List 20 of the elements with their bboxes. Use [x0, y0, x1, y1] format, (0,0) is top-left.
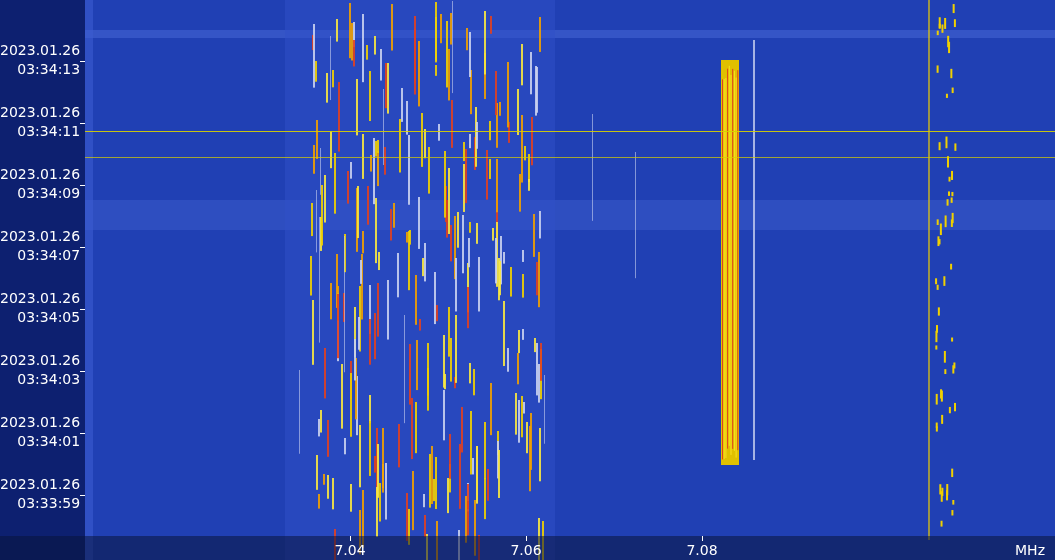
- frequency-label: 7.04: [334, 541, 366, 560]
- frequency-label: 7.06: [510, 541, 542, 560]
- date-label: 2023.01.26: [0, 41, 81, 60]
- date-label: 2023.01.26: [0, 227, 81, 246]
- time-label: 03:33:59: [16, 494, 81, 513]
- date-label: 2023.01.26: [0, 165, 81, 184]
- unit-label: MHz: [1015, 541, 1045, 560]
- date-label: 2023.01.26: [0, 351, 81, 370]
- frequency-label: 7.08: [686, 541, 718, 560]
- time-label: 03:34:03: [16, 370, 81, 389]
- time-label: 03:34:07: [16, 246, 81, 265]
- time-label: 03:34:05: [16, 308, 81, 327]
- time-label: 03:34:11: [16, 122, 81, 141]
- time-label: 03:34:09: [16, 184, 81, 203]
- time-label: 03:34:01: [16, 432, 81, 451]
- date-label: 2023.01.26: [0, 413, 81, 432]
- date-label: 2023.01.26: [0, 475, 81, 494]
- date-label: 2023.01.26: [0, 103, 81, 122]
- date-label: 2023.01.26: [0, 289, 81, 308]
- time-label: 03:34:13: [16, 60, 81, 79]
